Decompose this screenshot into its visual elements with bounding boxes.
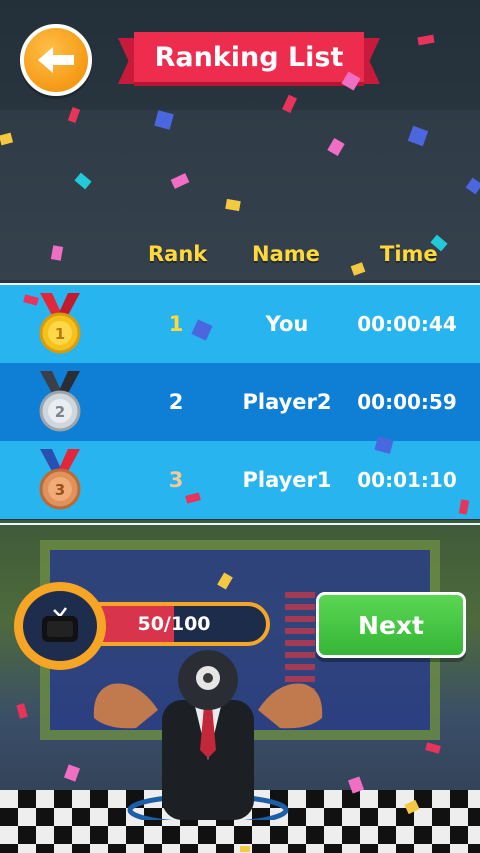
level-progress: 50/100 xyxy=(14,580,276,672)
back-button[interactable] xyxy=(20,24,92,96)
rank-cell: 2 xyxy=(168,390,184,414)
title-ribbon: Ranking List xyxy=(118,32,380,86)
header-rank: Rank xyxy=(148,242,208,266)
table-row: 1 1 You 00:00:44 xyxy=(0,285,480,363)
rank-cell: 1 xyxy=(168,312,184,336)
bronze-medal-icon: 3 xyxy=(39,449,81,510)
header-time: Time xyxy=(380,242,438,266)
next-button[interactable]: Next xyxy=(316,592,466,658)
avatar xyxy=(14,582,106,670)
tv-head-icon xyxy=(42,607,78,642)
header-name: Name xyxy=(252,242,320,266)
name-cell: Player1 xyxy=(242,468,332,492)
gold-medal-icon: 1 xyxy=(39,293,81,354)
progress-label: 50/100 xyxy=(137,613,211,635)
name-cell: You xyxy=(265,312,309,336)
rank-cell: 3 xyxy=(168,468,184,492)
svg-text:3: 3 xyxy=(55,481,65,499)
svg-text:2: 2 xyxy=(55,403,65,421)
page-title: Ranking List xyxy=(154,41,344,73)
table-row: 3 3 Player1 00:01:10 xyxy=(0,441,480,519)
time-cell: 00:00:44 xyxy=(357,312,457,336)
time-cell: 00:01:10 xyxy=(357,468,457,492)
time-cell: 00:00:59 xyxy=(357,390,457,414)
svg-text:1: 1 xyxy=(55,325,65,343)
name-cell: Player2 xyxy=(242,390,332,414)
silver-medal-icon: 2 xyxy=(39,371,81,432)
table-row: 2 2 Player2 00:00:59 xyxy=(0,363,480,441)
back-arrow-icon xyxy=(38,47,74,73)
ranking-table: 1 1 You 00:00:44 2 2 Player2 00:00:59 3 … xyxy=(0,283,480,525)
avatar-inner xyxy=(23,591,97,661)
